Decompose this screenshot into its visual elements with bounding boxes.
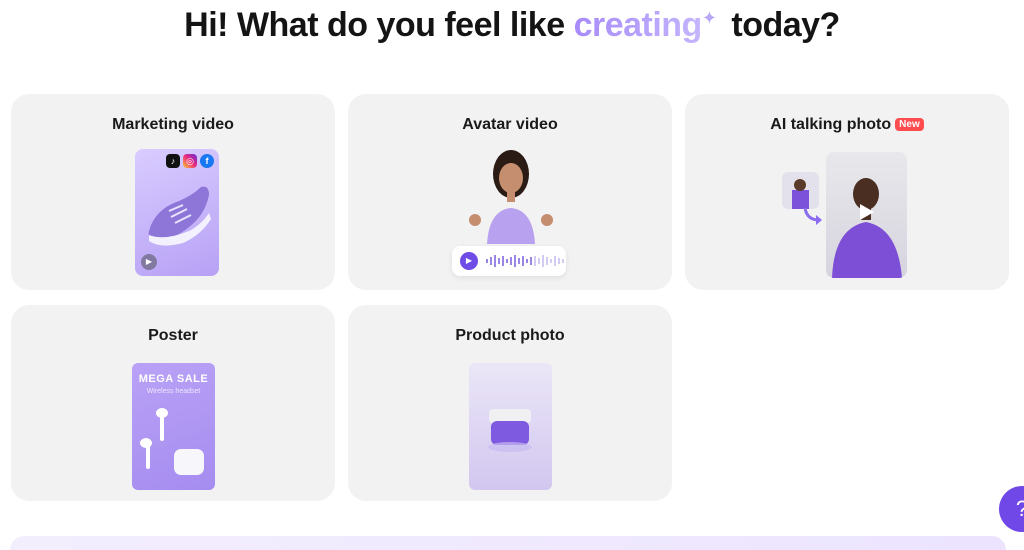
play-icon[interactable]: ▶ bbox=[460, 252, 478, 270]
earbuds-image bbox=[140, 408, 204, 475]
card-product-photo[interactable]: Product photo bbox=[348, 305, 672, 501]
card-title: Marketing video bbox=[112, 116, 234, 133]
avatar-person-image bbox=[469, 150, 553, 244]
talking-photo-preview bbox=[826, 152, 907, 278]
sparkle-icon: ✦ bbox=[701, 7, 717, 28]
title-suffix: today? bbox=[731, 6, 840, 44]
waveform-icon bbox=[486, 255, 564, 267]
page-title: Hi! What do you feel like creating✦ toda… bbox=[0, 6, 1024, 45]
play-icon[interactable] bbox=[860, 204, 874, 220]
card-title: Product photo bbox=[455, 327, 565, 344]
title-prefix: Hi! What do you feel like bbox=[184, 6, 565, 44]
source-photo-thumbnail bbox=[782, 172, 819, 209]
product-thumbnail bbox=[469, 363, 552, 490]
card-title-label: AI talking photo bbox=[770, 116, 892, 133]
bottom-banner bbox=[10, 536, 1006, 550]
card-title: AI talking photo New bbox=[685, 116, 1009, 134]
cream-jar-image bbox=[488, 409, 532, 452]
arrow-icon bbox=[803, 207, 822, 225]
new-badge: New bbox=[895, 118, 924, 131]
card-poster[interactable]: Poster MEGA SALE Wireless headset bbox=[11, 305, 335, 501]
title-highlight: creating bbox=[573, 6, 703, 44]
card-marketing-video[interactable]: Marketing video ♪ ◎ f ▶ bbox=[11, 94, 335, 290]
card-title: Avatar video bbox=[462, 116, 558, 133]
audio-preview[interactable]: ▶ bbox=[452, 246, 566, 276]
card-ai-talking-photo[interactable]: AI talking photo New bbox=[685, 94, 1009, 290]
poster-thumbnail: MEGA SALE Wireless headset bbox=[132, 363, 215, 490]
play-icon[interactable]: ▶ bbox=[141, 254, 157, 270]
card-avatar-video[interactable]: Avatar video ▶ bbox=[348, 94, 672, 290]
card-title: Poster bbox=[148, 327, 198, 344]
marketing-thumbnail: ♪ ◎ f ▶ bbox=[135, 149, 219, 276]
help-icon[interactable]: ? bbox=[999, 486, 1024, 532]
